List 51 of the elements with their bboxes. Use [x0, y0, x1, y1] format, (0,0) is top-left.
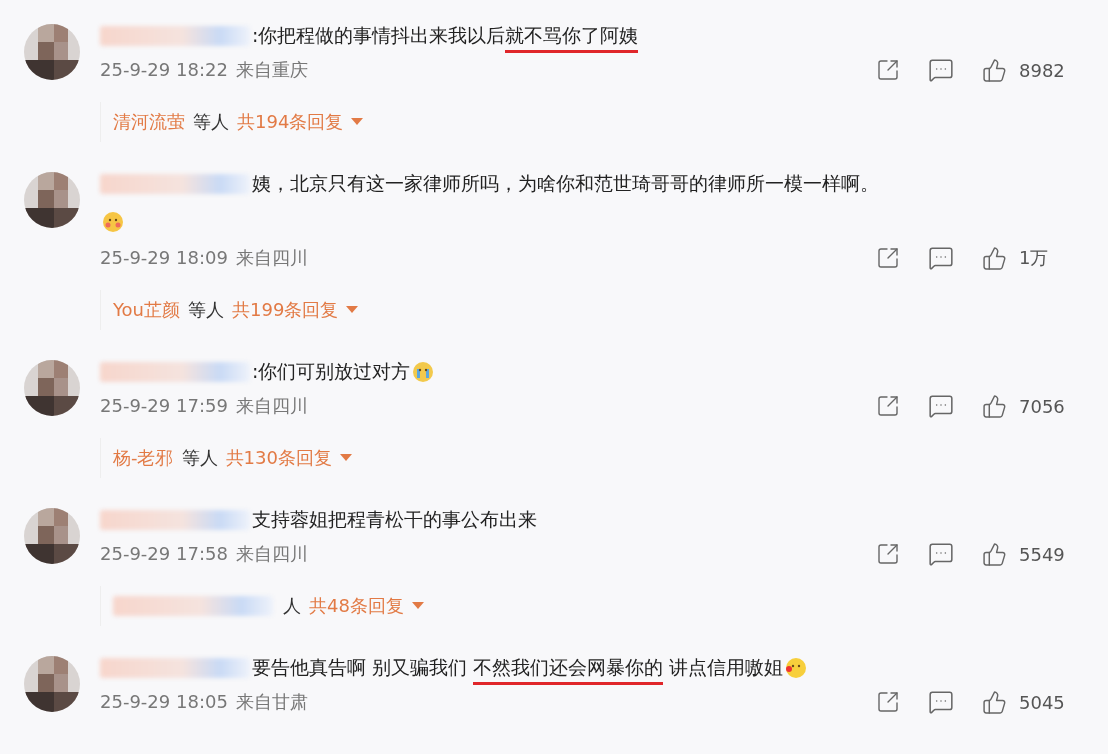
like-count: 7056 [1019, 395, 1065, 417]
like-count: 1万 [1019, 246, 1049, 270]
emoji-icon [785, 657, 808, 679]
comment-time: 25-9-29 18:09 [100, 247, 228, 268]
comment-text: :你们可别放过对方 [252, 359, 411, 384]
reply-username[interactable]: 杨-老邪 [113, 446, 174, 470]
comment-time: 25-9-29 18:05 [100, 691, 228, 712]
comment-location: 来自四川 [235, 395, 308, 416]
share-icon[interactable] [876, 542, 900, 566]
like-count: 5045 [1019, 691, 1065, 713]
caret-icon[interactable] [339, 454, 352, 462]
caret-icon[interactable] [411, 602, 424, 610]
comment-location: 来自重庆 [235, 59, 308, 80]
share-icon[interactable] [876, 58, 900, 82]
reply-username[interactable]: 清河流萤 [113, 110, 185, 134]
reply-count-link[interactable]: 共199条回复 [232, 298, 339, 322]
like-icon[interactable] [982, 57, 1007, 83]
reply-username[interactable]: You芷颜 [113, 298, 181, 322]
emoji-icon [412, 361, 435, 383]
caret-icon[interactable] [346, 306, 359, 314]
comment-icon[interactable] [928, 393, 954, 419]
comment-text: 支持蓉姐把程青松干的事公布出来 [252, 507, 537, 532]
share-icon[interactable] [876, 246, 900, 270]
comment-location: 来自甘肃 [235, 691, 308, 712]
like-count: 8982 [1019, 59, 1065, 81]
reply-others-text: 等人 [181, 446, 218, 470]
like-icon[interactable] [982, 393, 1007, 419]
comment-time: 25-9-29 17:58 [100, 543, 228, 564]
like-icon[interactable] [982, 689, 1007, 715]
comment-location: 来自四川 [235, 543, 308, 564]
comment-icon[interactable] [928, 57, 954, 83]
comment-time: 25-9-29 18:22 [100, 59, 228, 80]
comment-icon[interactable] [928, 245, 954, 271]
comment-time: 25-9-29 17:59 [100, 395, 228, 416]
reply-others-text: 等人 [193, 110, 229, 134]
comment-icon[interactable] [928, 541, 954, 567]
comment-location: 来自四川 [235, 247, 308, 268]
like-icon[interactable] [982, 541, 1007, 567]
reply-others-text: 人 [283, 594, 301, 618]
emoji-icon [102, 211, 124, 233]
reply-count-link[interactable]: 共130条回复 [225, 446, 332, 470]
like-count: 5549 [1019, 543, 1065, 565]
caret-icon[interactable] [351, 118, 364, 126]
comment-icon[interactable] [928, 689, 954, 715]
share-icon[interactable] [876, 690, 900, 714]
comment-text: 姨，北京只有这一家律师所吗，为啥你和范世琦哥哥的律师所一模一样啊。 [252, 171, 879, 196]
like-icon[interactable] [982, 245, 1007, 271]
reply-count-link[interactable]: 共194条回复 [237, 110, 344, 134]
share-icon[interactable] [876, 394, 900, 418]
reply-others-text: 等人 [188, 298, 225, 322]
reply-count-link[interactable]: 共48条回复 [309, 594, 404, 618]
